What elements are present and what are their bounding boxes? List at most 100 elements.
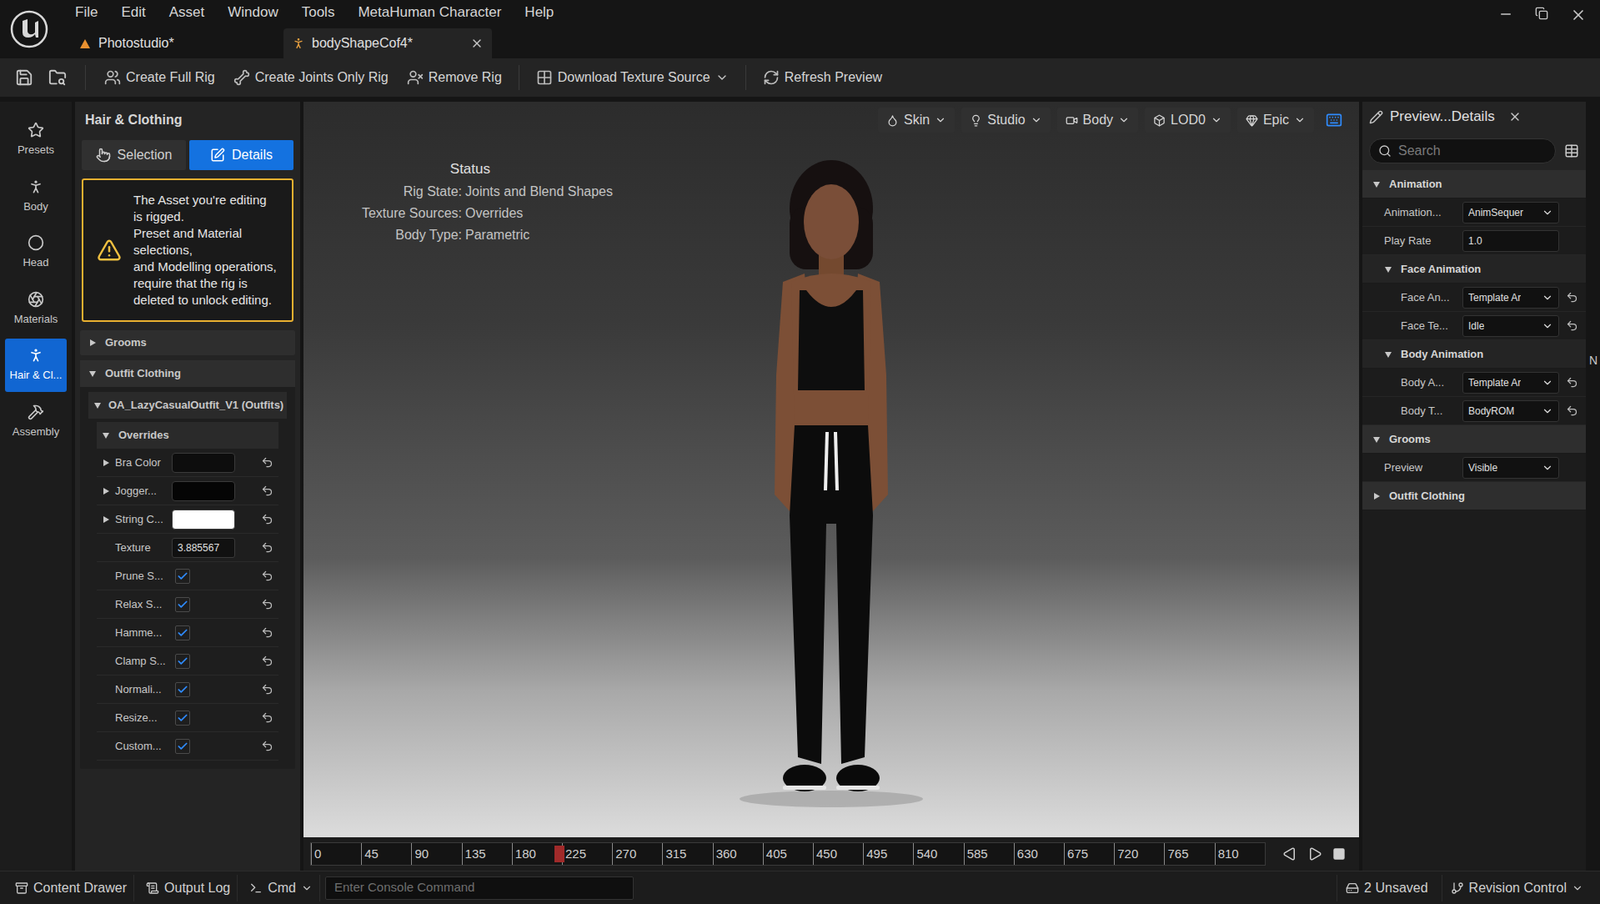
menu-item[interactable]: Asset — [159, 1, 216, 24]
reset-icon[interactable] — [1565, 319, 1579, 332]
status-button[interactable]: Output Log — [139, 874, 238, 902]
rail-item[interactable]: Hair & Cl... — [5, 338, 67, 392]
status-button[interactable]: Content Drawer — [8, 874, 135, 902]
search-field[interactable]: Search — [1369, 138, 1556, 164]
checkbox[interactable] — [175, 596, 191, 612]
viewport-button[interactable]: Studio — [961, 107, 1050, 133]
reset-icon[interactable] — [260, 739, 274, 753]
menu-item[interactable]: Edit — [110, 1, 156, 24]
console-input[interactable]: Enter Console Command — [325, 876, 634, 900]
mode-button[interactable]: Details — [189, 140, 294, 171]
menu-item[interactable]: Help — [514, 1, 564, 24]
section-header[interactable]: Body Animation — [1362, 340, 1586, 369]
view-options-icon[interactable] — [1564, 143, 1580, 159]
close-window-icon[interactable] — [1569, 6, 1587, 24]
reset-icon[interactable] — [1565, 404, 1579, 417]
unsaved-indicator[interactable]: 2 Unsaved — [1336, 874, 1437, 902]
section-header[interactable]: Outfit Clothing — [80, 360, 296, 387]
reset-icon[interactable] — [260, 682, 274, 696]
rail-item[interactable]: Presets — [5, 113, 67, 167]
reset-icon[interactable] — [1565, 290, 1579, 304]
property-dropdown[interactable]: Template Ar — [1462, 371, 1560, 394]
reset-icon[interactable] — [260, 711, 274, 724]
color-swatch[interactable] — [171, 481, 236, 502]
expand-triangle-icon[interactable] — [1372, 435, 1381, 444]
reset-icon[interactable] — [260, 569, 274, 582]
menu-item[interactable]: Window — [217, 1, 288, 24]
expand-triangle-icon[interactable] — [1372, 180, 1381, 189]
expand-triangle-icon[interactable] — [1384, 265, 1393, 274]
expand-triangle-icon[interactable] — [101, 515, 111, 524]
close-tab-icon[interactable] — [470, 36, 484, 51]
scene[interactable]: StatusRig State:Joints and Blend ShapesT… — [303, 138, 1360, 838]
mode-button[interactable]: Selection — [81, 140, 186, 171]
property-input[interactable]: 1.0 — [1462, 230, 1560, 252]
expand-triangle-icon[interactable] — [101, 458, 111, 467]
outfit-header[interactable]: OA_LazyCasualOutfit_V1 (Outfits) — [88, 391, 287, 419]
expand-triangle-icon[interactable] — [1384, 350, 1393, 359]
color-swatch[interactable] — [171, 509, 236, 530]
reset-icon[interactable] — [1565, 376, 1579, 389]
play-reverse-icon[interactable] — [1282, 846, 1298, 862]
checkbox[interactable] — [175, 568, 191, 584]
toolbar-button[interactable]: Download Texture Source — [529, 62, 736, 93]
minimize-icon[interactable] — [1498, 6, 1514, 22]
expand-triangle-icon[interactable] — [88, 338, 97, 347]
reset-icon[interactable] — [260, 626, 274, 639]
color-swatch[interactable] — [171, 452, 236, 473]
property-dropdown[interactable]: Idle — [1462, 315, 1560, 337]
checkbox[interactable] — [175, 710, 191, 726]
expand-triangle-icon[interactable] — [88, 369, 97, 378]
save-icon[interactable] — [15, 68, 34, 87]
expand-triangle-icon[interactable] — [93, 401, 102, 410]
menu-item[interactable]: Tools — [291, 1, 346, 24]
panel-tab[interactable]: Preview...Details — [1362, 101, 1586, 132]
expand-triangle-icon[interactable] — [101, 486, 111, 496]
reset-icon[interactable] — [260, 597, 274, 611]
property-dropdown[interactable]: Template Ar — [1462, 286, 1560, 309]
rail-item[interactable]: Head — [5, 225, 67, 280]
stop-icon[interactable] — [1332, 847, 1346, 861]
number-field[interactable]: 3.885567 — [171, 537, 236, 558]
viewport-button[interactable]: Body — [1057, 107, 1139, 133]
viewport-button[interactable]: LOD0 — [1144, 107, 1231, 133]
timeline-track[interactable]: 0459013518022527031536040545049554058563… — [310, 842, 1266, 866]
section-header[interactable]: Animation — [1362, 170, 1586, 199]
checkbox[interactable] — [175, 625, 191, 641]
menu-item[interactable]: MetaHuman Character — [347, 1, 512, 24]
revision-control[interactable]: Revision Control — [1441, 874, 1592, 902]
section-header[interactable]: Face Animation — [1362, 255, 1586, 284]
rail-item[interactable]: Body — [5, 170, 67, 224]
section-header[interactable]: Outfit Clothing — [1362, 481, 1586, 511]
reset-icon[interactable] — [260, 484, 274, 497]
checkbox[interactable] — [175, 653, 191, 669]
keyboard-icon[interactable] — [1325, 111, 1343, 129]
viewport-button[interactable]: Epic — [1237, 107, 1315, 133]
status-button[interactable]: Cmd — [242, 874, 321, 902]
menu-item[interactable]: File — [65, 1, 108, 24]
play-icon[interactable] — [1307, 846, 1323, 862]
checkbox[interactable] — [175, 682, 191, 698]
restore-icon[interactable] — [1534, 6, 1549, 21]
document-tab[interactable]: Photostudio* — [70, 28, 279, 59]
toolbar-button[interactable]: Remove Rig — [400, 62, 509, 93]
reset-icon[interactable] — [260, 654, 274, 668]
toolbar-button[interactable]: Create Full Rig — [97, 62, 222, 93]
section-header[interactable]: Grooms — [1362, 425, 1586, 454]
property-dropdown[interactable]: BodyROM — [1462, 400, 1560, 422]
overrides-header[interactable]: Overrides — [96, 421, 279, 449]
toolbar-button[interactable]: Refresh Preview — [756, 62, 889, 93]
logo[interactable] — [0, 0, 59, 59]
property-dropdown[interactable]: AnimSequer — [1462, 201, 1560, 224]
rail-item[interactable]: Materials — [5, 282, 67, 337]
expand-triangle-icon[interactable] — [101, 431, 111, 440]
document-tab[interactable]: bodyShapeCof4* — [283, 28, 492, 59]
viewport-button[interactable]: Skin — [877, 107, 955, 133]
toolbar-button[interactable]: Create Joints Only Rig — [226, 62, 396, 93]
playhead[interactable] — [554, 845, 565, 863]
checkbox[interactable] — [175, 738, 191, 754]
reset-icon[interactable] — [260, 456, 274, 469]
expand-triangle-icon[interactable] — [1372, 491, 1381, 501]
reset-icon[interactable] — [260, 512, 274, 526]
property-dropdown[interactable]: Visible — [1462, 456, 1560, 479]
